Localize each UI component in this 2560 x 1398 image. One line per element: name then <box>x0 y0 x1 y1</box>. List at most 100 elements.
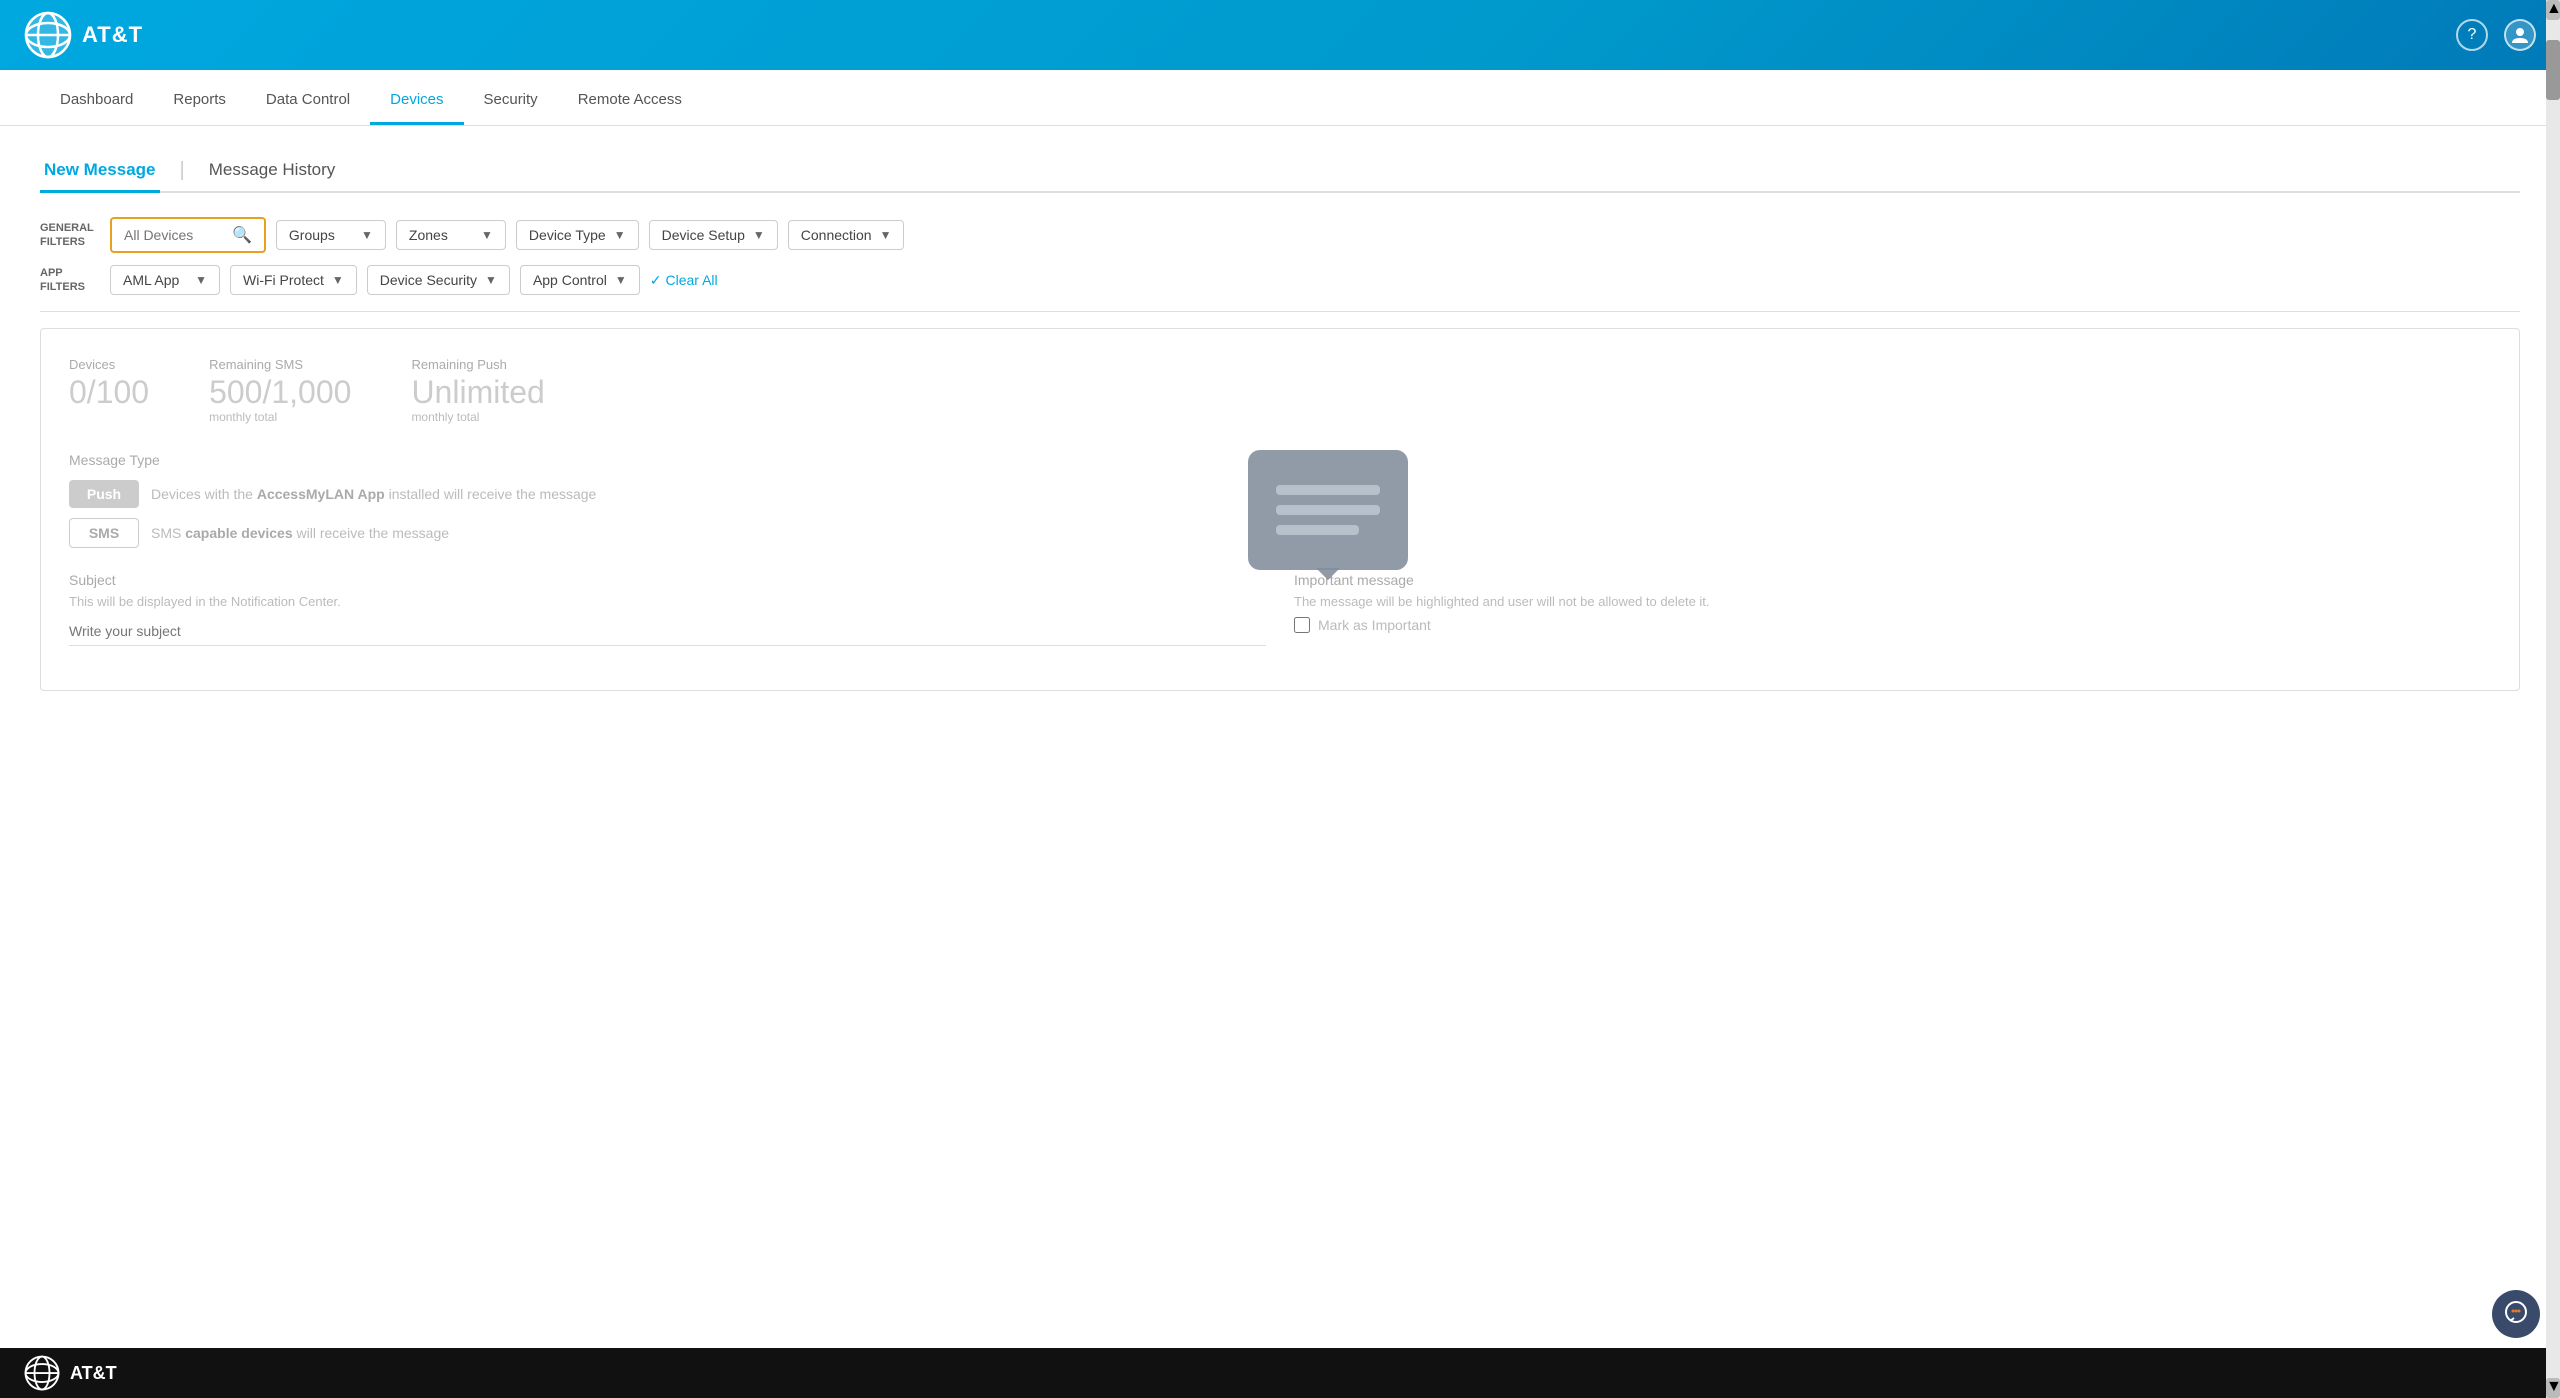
filters-section: GENERAL FILTERS 🔍 Groups ▼ Zones ▼ Devic… <box>40 217 2520 295</box>
general-filters-row: GENERAL FILTERS 🔍 Groups ▼ Zones ▼ Devic… <box>40 217 2520 253</box>
aml-app-label: AML App <box>123 272 179 288</box>
connection-dropdown[interactable]: Connection ▼ <box>788 220 905 250</box>
subject-label: Subject <box>69 572 1266 588</box>
stat-sms: Remaining SMS 500/1,000 monthly total <box>209 357 351 424</box>
stats-row: Devices 0/100 Remaining SMS 500/1,000 mo… <box>69 357 2491 424</box>
clear-all-button[interactable]: ✓ Clear All <box>650 272 718 289</box>
nav-item-security[interactable]: Security <box>464 77 558 125</box>
mark-important-row: Mark as Important <box>1294 617 2491 633</box>
device-setup-dropdown[interactable]: Device Setup ▼ <box>649 220 778 250</box>
main-card: Devices 0/100 Remaining SMS 500/1,000 mo… <box>40 328 2520 691</box>
chat-bubble-overlay <box>1248 450 1408 570</box>
app-control-dropdown[interactable]: App Control ▼ <box>520 265 640 295</box>
groups-dropdown[interactable]: Groups ▼ <box>276 220 386 250</box>
wifi-protect-chevron: ▼ <box>332 273 344 287</box>
chat-bubble <box>1248 450 1408 570</box>
search-icon: 🔍 <box>232 225 252 245</box>
navbar: DashboardReportsData ControlDevicesSecur… <box>0 70 2560 126</box>
sms-desc-post: will receive the message <box>293 525 449 541</box>
wifi-protect-dropdown[interactable]: Wi-Fi Protect ▼ <box>230 265 357 295</box>
mark-important-label: Mark as Important <box>1318 617 1431 633</box>
nav-item-data-control[interactable]: Data Control <box>246 77 370 125</box>
groups-label: Groups <box>289 227 335 243</box>
zones-label: Zones <box>409 227 448 243</box>
aml-app-dropdown[interactable]: AML App ▼ <box>110 265 220 295</box>
form-row: Subject This will be displayed in the No… <box>69 572 2491 646</box>
general-filters-label: GENERAL FILTERS <box>40 221 100 250</box>
tab-divider: | <box>180 159 185 182</box>
stat-push-label: Remaining Push <box>411 357 544 372</box>
stat-devices-label: Devices <box>69 357 149 372</box>
header: AT&T ? <box>0 0 2560 70</box>
stat-push-value: Unlimited <box>411 376 544 408</box>
push-desc-post: installed will receive the message <box>385 486 597 502</box>
all-devices-search[interactable]: 🔍 <box>110 217 266 253</box>
device-security-chevron: ▼ <box>485 273 497 287</box>
stat-sms-label: Remaining SMS <box>209 357 351 372</box>
sms-button[interactable]: SMS <box>69 518 139 548</box>
zones-dropdown[interactable]: Zones ▼ <box>396 220 506 250</box>
user-icon <box>2511 26 2529 44</box>
wifi-protect-label: Wi-Fi Protect <box>243 272 324 288</box>
filter-divider <box>40 311 2520 312</box>
subject-input[interactable] <box>69 617 1266 646</box>
chat-fab-button[interactable] <box>2492 1290 2540 1338</box>
device-type-label: Device Type <box>529 227 606 243</box>
app-control-chevron: ▼ <box>615 273 627 287</box>
brand-name: AT&T <box>82 22 143 48</box>
logo-area: AT&T <box>24 11 143 59</box>
page-tabs: New Message | Message History <box>40 150 2520 193</box>
push-desc-bold: AccessMyLAN App <box>257 486 385 502</box>
groups-chevron: ▼ <box>361 228 373 242</box>
footer: AT&T <box>0 1348 2560 1398</box>
tab-new-message[interactable]: New Message <box>40 150 160 193</box>
sms-desc-pre: SMS <box>151 525 185 541</box>
stat-devices: Devices 0/100 <box>69 357 149 424</box>
chat-line-1 <box>1276 485 1380 495</box>
search-input[interactable] <box>124 227 224 243</box>
att-globe-icon <box>24 11 72 59</box>
checkmark-icon: ✓ <box>650 272 662 289</box>
nav-item-devices[interactable]: Devices <box>370 77 463 125</box>
nav-item-remote-access[interactable]: Remote Access <box>558 77 702 125</box>
header-icons: ? <box>2456 19 2536 51</box>
help-button[interactable]: ? <box>2456 19 2488 51</box>
page-content: New Message | Message History GENERAL FI… <box>0 126 2560 1348</box>
device-setup-label: Device Setup <box>662 227 745 243</box>
important-label: Important message <box>1294 572 2491 588</box>
app-filters-label: APP FILTERS <box>40 266 100 295</box>
scroll-arrow-up[interactable]: ▲ <box>2546 0 2560 20</box>
chat-line-3 <box>1276 525 1359 535</box>
clear-all-label: Clear All <box>666 272 718 288</box>
scroll-arrow-down[interactable]: ▼ <box>2546 1378 2560 1398</box>
scroll-thumb[interactable] <box>2546 40 2560 100</box>
sms-desc-bold: capable devices <box>185 525 292 541</box>
scrollbar[interactable]: ▲ ▼ <box>2546 0 2560 1398</box>
device-type-dropdown[interactable]: Device Type ▼ <box>516 220 639 250</box>
device-setup-chevron: ▼ <box>753 228 765 242</box>
stat-sms-value: 500/1,000 <box>209 376 351 408</box>
footer-globe-icon <box>24 1355 60 1391</box>
app-control-label: App Control <box>533 272 607 288</box>
subject-desc: This will be displayed in the Notificati… <box>69 594 1266 609</box>
chat-fab-icon <box>2502 1300 2530 1328</box>
important-field: Important message The message will be hi… <box>1294 572 2491 646</box>
nav-item-reports[interactable]: Reports <box>153 77 246 125</box>
stat-push: Remaining Push Unlimited monthly total <box>411 357 544 424</box>
device-security-dropdown[interactable]: Device Security ▼ <box>367 265 510 295</box>
important-desc: The message will be highlighted and user… <box>1294 594 2491 609</box>
push-button[interactable]: Push <box>69 480 139 508</box>
stat-push-sub: monthly total <box>411 410 544 424</box>
chat-line-2 <box>1276 505 1380 515</box>
mark-important-checkbox[interactable] <box>1294 617 1310 633</box>
sms-desc: SMS capable devices will receive the mes… <box>151 525 449 541</box>
zones-chevron: ▼ <box>481 228 493 242</box>
push-desc: Devices with the AccessMyLAN App install… <box>151 486 596 502</box>
push-desc-pre: Devices with the <box>151 486 257 502</box>
tab-message-history[interactable]: Message History <box>205 150 340 193</box>
app-filters-row: APP FILTERS AML App ▼ Wi-Fi Protect ▼ De… <box>40 265 2520 295</box>
user-button[interactable] <box>2504 19 2536 51</box>
nav-item-dashboard[interactable]: Dashboard <box>40 77 153 125</box>
stat-sms-sub: monthly total <box>209 410 351 424</box>
device-security-label: Device Security <box>380 272 477 288</box>
